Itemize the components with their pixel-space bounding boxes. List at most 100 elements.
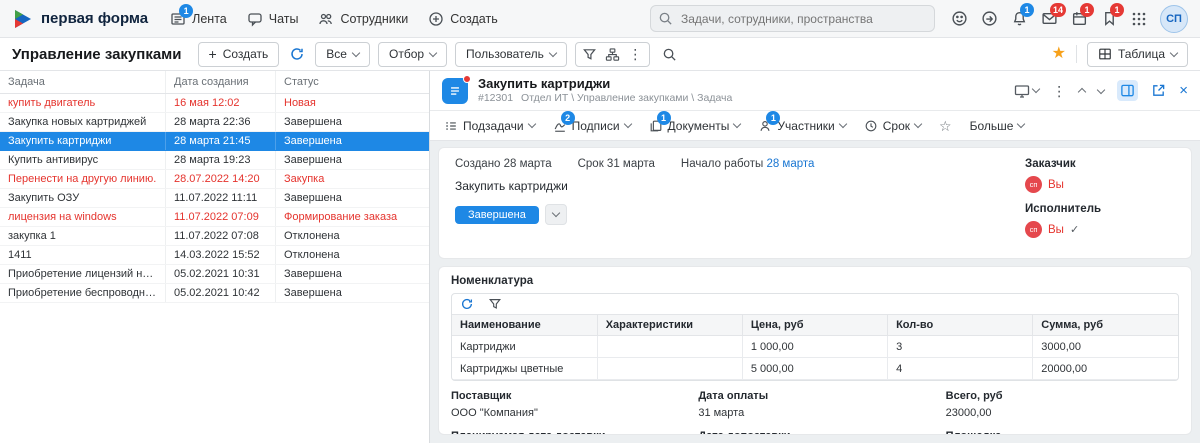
tab-more[interactable]: Больше (970, 119, 1026, 133)
plus-icon: + (208, 46, 217, 62)
column-header-date[interactable]: Дата создания (165, 71, 275, 93)
status-badge[interactable]: Завершена (455, 205, 539, 224)
content: Задача Дата создания Статус купить двига… (0, 71, 1200, 443)
task-cell-status: Формирование заказа (275, 208, 429, 226)
task-cell-date: 28 марта 21:45 (165, 132, 275, 150)
favorite-star-icon[interactable]: ★ (1052, 46, 1066, 62)
task-cell-status: Завершена (275, 265, 429, 283)
tab-label: Срок (882, 118, 910, 133)
refresh-icon[interactable] (287, 46, 307, 62)
task-row[interactable]: лицензия на windows 11.07.2022 07:09 Форми… (0, 208, 429, 227)
toolbar-right: ★ Таблица (1052, 41, 1188, 67)
nomenclature-cell: Картриджи (452, 335, 598, 358)
share-icon[interactable] (981, 10, 998, 27)
field-label: Планируемая дата доставки (451, 430, 684, 434)
task-cell-status: Отклонена (275, 246, 429, 264)
task-row[interactable]: Приобретение беспроводных мыш...05.02.20… (0, 284, 429, 303)
next-task-icon[interactable] (1096, 85, 1106, 95)
chevron-down-icon (913, 119, 923, 129)
nomenclature-column-header[interactable]: Наименование (452, 314, 598, 336)
view-mode-dropdown[interactable]: Таблица (1086, 41, 1188, 67)
close-icon[interactable]: × (1179, 83, 1188, 98)
tab-documents[interactable]: 1 Документы (649, 110, 742, 133)
task-table-body: купить двигатель 16 мая 12:02 Новая Закупка… (0, 94, 429, 303)
task-row[interactable]: Купить антивирус 28 марта 19:23 Завершена (0, 151, 429, 170)
emoji-icon[interactable] (951, 10, 968, 27)
nomenclature-row[interactable]: Картриджы цветные 5 000,00 4 20000,00 (452, 357, 1178, 380)
bookmark-icon[interactable]: 1 (1101, 3, 1124, 27)
open-in-new-icon[interactable] (1151, 83, 1166, 98)
tab-label: Документы (667, 118, 730, 133)
prev-task-icon[interactable] (1077, 87, 1087, 96)
task-type-icon (442, 74, 471, 104)
field-label: Дата допоставки (698, 430, 931, 434)
task-row[interactable]: Закупить картриджи 28 марта 21:45 Завершен… (0, 132, 429, 151)
column-header-status[interactable]: Статус (275, 71, 429, 93)
hierarchy-icon[interactable] (601, 43, 624, 66)
customer-row[interactable]: сп Вы (1025, 176, 1175, 193)
tab-participants[interactable]: 1 Участники (758, 110, 847, 133)
scope-dropdown[interactable]: Все (315, 41, 370, 67)
nomenclature-card: Номенклатура Наименование Характеристики Ц… (438, 266, 1192, 435)
task-cell-name: Закупить картриджи (8, 135, 112, 147)
status-dropdown-button[interactable] (544, 204, 567, 225)
search-input[interactable] (650, 5, 935, 32)
calendar-icon[interactable]: 1 (1071, 3, 1094, 27)
detail-field: Поставщик ООО "Компания" (451, 390, 684, 419)
app: первая форма 1 Лента Чаты Сотрудники Соз… (0, 0, 1200, 443)
tab-signatures[interactable]: 2 Подписи (553, 110, 632, 133)
field-label: Всего, руб (945, 390, 1003, 402)
start-date-link[interactable]: 28 марта (766, 158, 814, 170)
user-avatar[interactable]: СП (1160, 4, 1188, 33)
task-row[interactable]: Перенести на другую линию. 28.07.2022 14:… (0, 170, 429, 189)
nomenclature-column-header[interactable]: Сумма, руб (1032, 314, 1178, 336)
task-row[interactable]: Закупить ОЗУ 11.07.2022 11:11 Завершена (0, 189, 429, 208)
kebab-menu-icon[interactable]: ⋮ (624, 43, 647, 66)
refresh-icon[interactable] (460, 297, 474, 311)
nomenclature-row[interactable]: Картриджи 1 000,00 3 3000,00 (452, 335, 1178, 358)
logo[interactable]: первая форма (12, 8, 148, 30)
column-header-task[interactable]: Задача (0, 71, 165, 93)
panel-layout-icon[interactable] (1117, 80, 1139, 101)
nomenclature-column-header[interactable]: Характеристики (596, 314, 743, 336)
nav-item-employees[interactable]: Сотрудники (318, 11, 408, 27)
nomenclature-column-header[interactable]: Кол-во (887, 314, 1034, 336)
nomenclature-title: Номенклатура (451, 275, 534, 287)
task-row[interactable]: 1411 14.03.2022 15:52 Отклонена (0, 246, 429, 265)
apps-grid-icon[interactable] (1131, 11, 1147, 27)
assignee-row[interactable]: сп Вы ✓ (1025, 221, 1175, 238)
display-mode-icon[interactable] (1014, 83, 1041, 99)
user-dropdown[interactable]: Пользователь (455, 41, 567, 67)
tasks-badge: 1 (1110, 3, 1124, 17)
tab-deadline[interactable]: Срок (864, 118, 923, 133)
documents-icon: 1 (649, 110, 671, 133)
task-row[interactable]: купить двигатель 16 мая 12:02 Новая (0, 94, 429, 113)
task-row[interactable]: Приобретение лицензий на 10 пол...05.02.… (0, 265, 429, 284)
table-search-icon[interactable] (658, 43, 681, 66)
header-icons: 1 14 1 1 СП (951, 3, 1188, 33)
notifications-icon[interactable]: 1 (1011, 3, 1034, 27)
filter-dropdown[interactable]: Отбор (377, 41, 448, 67)
detail-field: Всего, руб 23000,00 (946, 390, 1179, 419)
tab-subtasks[interactable]: Подзадачи (444, 119, 536, 133)
task-row[interactable]: закупка 1 11.07.2022 07:08 Отклонена (0, 227, 429, 246)
nav-item-create[interactable]: Создать (428, 11, 498, 27)
task-cell-name: Приобретение беспроводных мыш... (8, 287, 165, 299)
breadcrumb[interactable]: Отдел ИТ \ Управление закупками \ Задача (521, 92, 732, 105)
star-outline-icon[interactable]: ☆ (939, 119, 952, 133)
nomenclature-column-header[interactable]: Цена, руб (741, 314, 889, 336)
nomenclature-cell: 3 (887, 335, 1034, 358)
funnel-icon[interactable] (488, 297, 502, 311)
kebab-menu-icon[interactable]: ⋮ (1052, 84, 1066, 98)
nav-item-feed[interactable]: 1 Лента (170, 3, 227, 27)
assignee-name: Вы (1048, 223, 1064, 236)
funnel-icon[interactable] (578, 43, 601, 66)
create-task-button[interactable]: + Создать (197, 41, 280, 67)
mail-badge: 14 (1050, 3, 1067, 17)
task-titles: Закупить картриджи #12301 Отдел ИТ \ Упр… (478, 76, 732, 105)
task-row[interactable]: Закупка новых картриджей 28 марта 22:36 За… (0, 113, 429, 132)
field-value[interactable]: ООО "Компания" (451, 407, 684, 419)
nomenclature-cell: 4 (887, 357, 1034, 380)
nav-item-chats[interactable]: Чаты (247, 11, 298, 27)
mail-icon[interactable]: 14 (1041, 3, 1067, 27)
